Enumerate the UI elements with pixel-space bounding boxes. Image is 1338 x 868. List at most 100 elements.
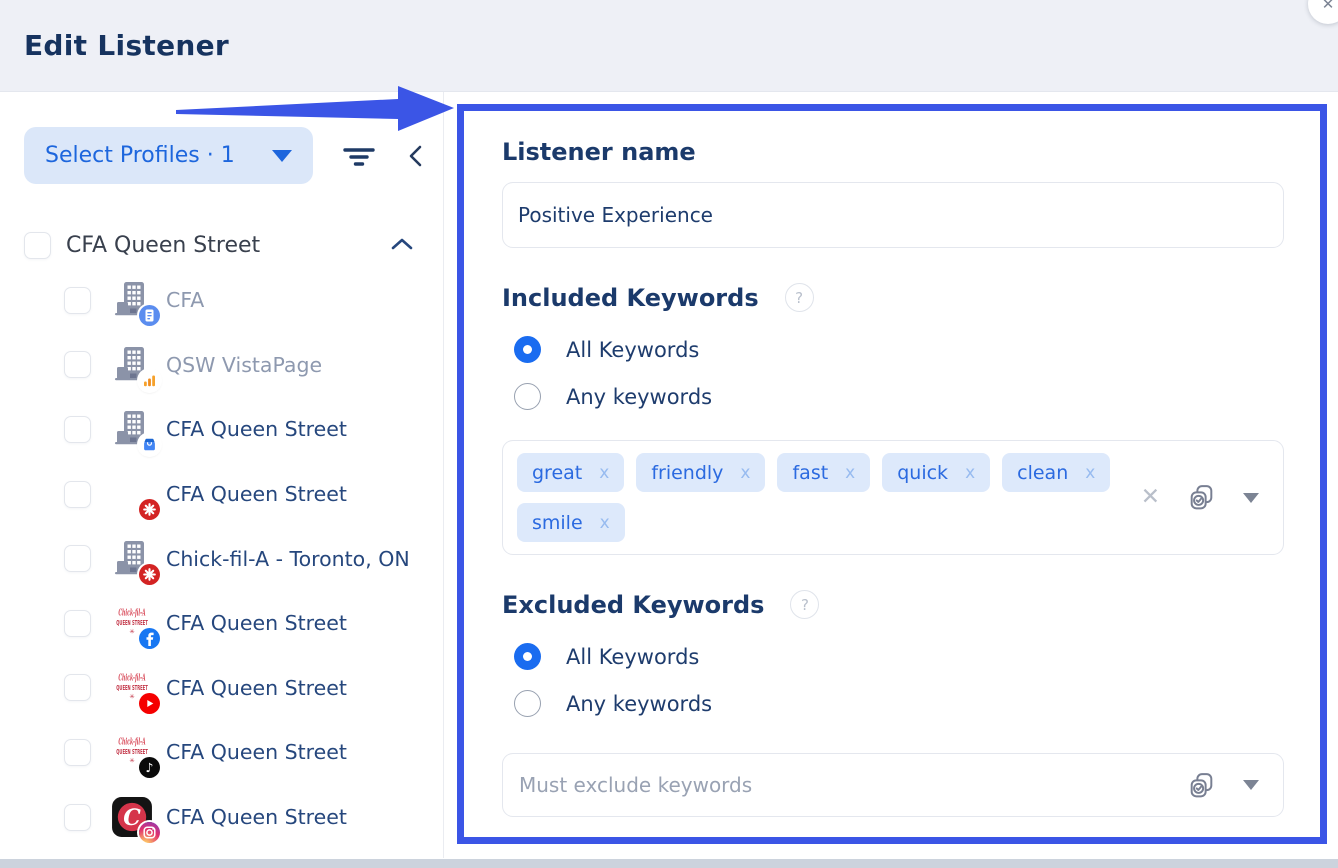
- profile-avatar-wrap: [111, 408, 153, 450]
- svg-text:✳: ✳: [129, 693, 134, 700]
- page-title: Edit Listener: [24, 29, 229, 62]
- profile-row[interactable]: Chick-fil-A QUEEN STREET ✳ CFA Queen Str…: [0, 656, 443, 721]
- copy-check-icon[interactable]: [1186, 482, 1217, 513]
- chip-remove-icon[interactable]: x: [740, 463, 750, 483]
- profile-checkbox[interactable]: [64, 545, 91, 572]
- excluded-keywords-input[interactable]: [505, 773, 1186, 797]
- listener-name-input[interactable]: [502, 182, 1284, 248]
- profile-label: CFA Queen Street: [166, 482, 347, 506]
- profile-label: CFA Queen Street: [166, 417, 347, 441]
- profile-label: CFA: [166, 288, 204, 312]
- profile-row[interactable]: Chick-fil-A QUEEN STREET ✳ CFA Queen Str…: [0, 591, 443, 656]
- chevron-down-icon[interactable]: [1243, 493, 1259, 503]
- field-controls: ✕: [1141, 482, 1269, 513]
- copy-check-icon[interactable]: [1186, 770, 1217, 801]
- network-badge-icon: [139, 370, 160, 391]
- keyword-chip-label: great: [532, 462, 582, 484]
- included-keywords-field[interactable]: great x friendly x fast x: [502, 440, 1284, 555]
- included-keywords-title: Included Keywords: [502, 284, 759, 312]
- close-icon[interactable]: ✕: [1308, 0, 1338, 24]
- radio-button[interactable]: [514, 643, 541, 670]
- svg-text:QUEEN STREET: QUEEN STREET: [116, 619, 148, 627]
- svg-text:QUEEN STREET: QUEEN STREET: [116, 749, 148, 757]
- editor-area: Listener name Included Keywords ? All Ke…: [444, 92, 1338, 858]
- network-badge-icon: ♪: [139, 757, 160, 778]
- profile-checkbox[interactable]: [64, 739, 91, 766]
- profile-avatar-wrap: Chick-fil-A QUEEN STREET ✳: [111, 602, 153, 644]
- help-icon[interactable]: ?: [790, 590, 819, 619]
- profile-checkbox[interactable]: [64, 481, 91, 508]
- listener-form-panel: Listener name Included Keywords ? All Ke…: [457, 104, 1327, 844]
- profile-checkbox[interactable]: [64, 610, 91, 637]
- chip-remove-icon[interactable]: x: [965, 463, 975, 483]
- radio-button[interactable]: [514, 336, 541, 363]
- profile-avatar-wrap: [111, 538, 153, 580]
- profile-avatar-wrap: Chick-fil-A QUEEN STREET ✳: [111, 667, 153, 709]
- network-badge-icon: [139, 822, 160, 843]
- excluded-keywords-options: All Keywords Any keywords: [502, 633, 1284, 727]
- select-profiles-dropdown[interactable]: Select Profiles · 1: [24, 127, 313, 184]
- horizontal-scrollbar[interactable]: [0, 859, 1338, 868]
- clear-all-icon[interactable]: ✕: [1141, 486, 1160, 509]
- chevron-up-icon[interactable]: [389, 235, 415, 257]
- radio-option-row[interactable]: All Keywords: [502, 326, 1284, 373]
- radio-option-label: Any keywords: [566, 385, 712, 409]
- chevron-down-icon: [272, 150, 292, 162]
- radio-option-row[interactable]: Any keywords: [502, 373, 1284, 420]
- profile-avatar-wrap: [111, 473, 153, 515]
- radio-option-label: All Keywords: [566, 645, 699, 669]
- profile-checkbox[interactable]: [64, 674, 91, 701]
- group-checkbox[interactable]: [24, 232, 51, 259]
- chip-remove-icon[interactable]: x: [1085, 463, 1095, 483]
- radio-option-label: All Keywords: [566, 338, 699, 362]
- filter-icon[interactable]: [341, 141, 377, 171]
- svg-text:✳: ✳: [129, 758, 134, 765]
- network-badge-icon: [139, 564, 160, 585]
- chip-remove-icon[interactable]: x: [600, 513, 610, 533]
- profile-avatar-wrap: [111, 279, 153, 321]
- profile-label: CFA Queen Street: [166, 740, 347, 764]
- radio-option-row[interactable]: Any keywords: [502, 680, 1284, 727]
- svg-text:C: C: [123, 805, 141, 831]
- excluded-keywords-title: Excluded Keywords: [502, 591, 764, 619]
- profile-row[interactable]: CFA Queen Street: [0, 397, 443, 462]
- profile-group-row[interactable]: CFA Queen Street: [0, 232, 443, 259]
- keyword-chip: fast x: [777, 453, 870, 492]
- radio-option-label: Any keywords: [566, 692, 712, 716]
- profile-checkbox[interactable]: [64, 351, 91, 378]
- radio-button[interactable]: [514, 383, 541, 410]
- profile-avatar-wrap: C: [111, 796, 153, 838]
- excluded-keywords-field: [502, 753, 1284, 817]
- profile-avatar-wrap: [111, 344, 153, 386]
- network-badge-icon: [139, 628, 160, 649]
- profile-row[interactable]: Chick-fil-A QUEEN STREET ✳ ♪ CFA Queen S…: [0, 720, 443, 785]
- keyword-chip: quick x: [882, 453, 990, 492]
- profile-row[interactable]: CFA: [0, 268, 443, 333]
- chip-remove-icon[interactable]: x: [599, 463, 609, 483]
- select-profiles-label: Select Profiles · 1: [45, 143, 235, 168]
- profile-row[interactable]: CFA Queen Street: [0, 462, 443, 527]
- network-badge-icon: [139, 499, 160, 520]
- keyword-chip: clean x: [1002, 453, 1110, 492]
- field-controls: [1186, 770, 1269, 801]
- included-keywords-head: Included Keywords ?: [502, 283, 1284, 312]
- help-icon[interactable]: ?: [785, 283, 814, 312]
- radio-option-row[interactable]: All Keywords: [502, 633, 1284, 680]
- profile-checkbox[interactable]: [64, 804, 91, 831]
- profile-label: QSW VistaPage: [166, 353, 322, 377]
- network-badge-icon: [139, 693, 160, 714]
- excluded-keywords-head: Excluded Keywords ?: [502, 590, 1284, 619]
- chip-remove-icon[interactable]: x: [845, 463, 855, 483]
- profile-row[interactable]: QSW VistaPage: [0, 333, 443, 398]
- profile-avatar-wrap: Chick-fil-A QUEEN STREET ✳ ♪: [111, 731, 153, 773]
- keyword-chip-label: smile: [532, 512, 583, 534]
- profile-row[interactable]: C CFA Queen Street: [0, 785, 443, 850]
- collapse-sidebar-icon[interactable]: [405, 141, 427, 171]
- radio-button[interactable]: [514, 690, 541, 717]
- profile-checkbox[interactable]: [64, 416, 91, 443]
- svg-text:Chick-fil-A: Chick-fil-A: [118, 737, 145, 748]
- chevron-down-icon[interactable]: [1243, 780, 1259, 790]
- profile-checkbox[interactable]: [64, 287, 91, 314]
- keyword-chip-label: quick: [897, 462, 948, 484]
- profile-row[interactable]: Chick-fil-A - Toronto, ON: [0, 526, 443, 591]
